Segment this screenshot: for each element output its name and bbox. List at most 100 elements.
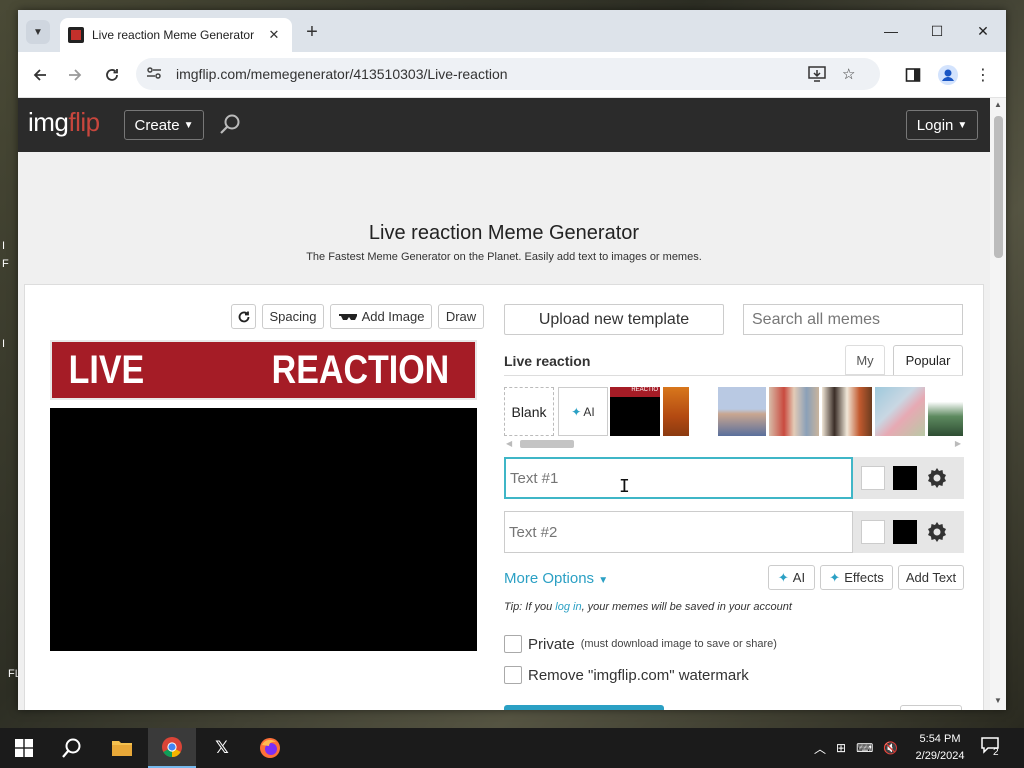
login-tip: Tip: If you log in, your memes will be s…	[504, 601, 792, 613]
x-app-button[interactable]: 𝕏	[198, 728, 246, 768]
site-settings-icon[interactable]	[146, 66, 168, 83]
browser-tab[interactable]: Live reaction Meme Generator ✕	[60, 18, 292, 52]
create-menu-button[interactable]: Create ▼	[124, 110, 204, 140]
scroll-left-icon[interactable]: ◀	[506, 439, 512, 448]
install-app-icon[interactable]	[808, 58, 826, 90]
ai-caption-button[interactable]: ✦ AI	[768, 565, 815, 590]
thumbnails-scrollbar[interactable]: ◀ ▶	[504, 439, 963, 449]
text-color-swatch[interactable]	[893, 466, 917, 490]
url-text: imgflip.com/memegenerator/413510303/Live…	[176, 66, 508, 82]
language-icon[interactable]: ⌨	[856, 741, 873, 755]
start-button[interactable]	[0, 728, 48, 768]
scroll-right-icon[interactable]: ▶	[955, 439, 961, 448]
gear-icon[interactable]	[925, 466, 949, 490]
back-arrow-icon	[33, 69, 46, 81]
generate-button[interactable]	[504, 705, 664, 710]
imgflip-logo[interactable]: imgflip	[28, 107, 100, 138]
template-thumb[interactable]	[718, 387, 766, 436]
more-options-toggle[interactable]: More Options ▼	[504, 570, 608, 587]
tab-popular[interactable]: Popular	[893, 345, 963, 375]
sparkle-icon: ✦	[571, 404, 582, 419]
reset-button[interactable]	[900, 705, 962, 710]
bookmark-star-icon[interactable]: ☆	[842, 58, 855, 90]
search-memes-input[interactable]: Search all memes	[743, 304, 963, 335]
private-option[interactable]: Private (must download image to save or …	[504, 635, 777, 653]
tab-search-button[interactable]: ▼	[26, 20, 50, 44]
template-thumb[interactable]	[769, 387, 819, 436]
meme-image-area	[50, 408, 477, 651]
search-icon[interactable]	[218, 112, 242, 136]
tip-login-link[interactable]: log in	[555, 601, 581, 613]
upload-template-button[interactable]: Upload new template	[504, 304, 724, 335]
desktop-label: F	[2, 258, 9, 270]
address-bar[interactable]: imgflip.com/memegenerator/413510303/Live…	[136, 58, 880, 90]
logo-part: img	[28, 107, 69, 137]
text-box-row-1	[504, 457, 964, 499]
watermark-checkbox[interactable]	[504, 666, 522, 684]
gear-icon[interactable]	[925, 520, 949, 544]
desktop-label: I	[2, 338, 6, 350]
network-icon[interactable]: ⊞	[836, 741, 846, 755]
side-panel-icon[interactable]	[900, 62, 926, 88]
minimize-button[interactable]: —	[868, 18, 914, 44]
blank-label: Blank	[511, 403, 547, 420]
template-thumb[interactable]	[875, 387, 925, 436]
scroll-up-icon[interactable]: ▲	[993, 100, 1003, 110]
close-window-button[interactable]: ✕	[960, 18, 1006, 44]
chrome-taskbar-button[interactable]	[148, 728, 196, 768]
scroll-down-icon[interactable]: ▼	[993, 696, 1003, 706]
firefox-taskbar-button[interactable]	[246, 728, 294, 768]
outline-color-swatch[interactable]	[861, 520, 885, 544]
clock[interactable]: 5:54 PM 2/29/2024	[912, 731, 968, 765]
text-color-swatch[interactable]	[893, 520, 917, 544]
back-button[interactable]	[27, 62, 53, 88]
meme-canvas[interactable]: LIVE REACTION	[50, 340, 477, 651]
notification-count: 2	[993, 747, 999, 758]
file-explorer-button[interactable]	[98, 728, 146, 768]
tab-my[interactable]: My	[845, 345, 885, 375]
tab-popular-label: Popular	[905, 353, 951, 368]
forward-button[interactable]	[62, 62, 88, 88]
taskbar-search-button[interactable]	[48, 728, 96, 768]
tabs-divider	[504, 375, 963, 376]
notification-center-button[interactable]: 2	[980, 736, 1006, 760]
desktop-label: I	[2, 240, 6, 252]
text-input-1[interactable]	[504, 457, 853, 499]
page-scrollbar[interactable]: ▲ ▼	[990, 98, 1006, 710]
profile-avatar-icon[interactable]	[935, 62, 961, 88]
template-thumb[interactable]	[663, 387, 689, 436]
caret-down-icon: ▼	[183, 119, 194, 131]
volume-muted-icon[interactable]: 🔇	[883, 741, 898, 755]
template-thumb[interactable]: REACTIO	[610, 387, 660, 436]
text-input-2[interactable]	[504, 511, 853, 553]
sunglasses-icon	[338, 313, 357, 320]
private-checkbox[interactable]	[504, 635, 522, 653]
add-text-button[interactable]: Add Text	[898, 565, 964, 590]
template-thumb[interactable]	[822, 387, 872, 436]
effects-button[interactable]: ✦ Effects	[820, 565, 893, 590]
tab-close-icon[interactable]: ✕	[264, 27, 284, 43]
page-viewport: imgflip Create ▼ Login ▼ Live reaction M…	[18, 98, 990, 710]
windows-logo-icon	[15, 739, 33, 757]
site-header: imgflip Create ▼ Login ▼	[18, 98, 990, 152]
new-tab-button[interactable]: +	[300, 20, 324, 44]
watermark-option[interactable]: Remove "imgflip.com" watermark	[504, 666, 749, 684]
tray-expand-icon[interactable]: ︿	[814, 740, 826, 757]
reload-button[interactable]	[99, 62, 125, 88]
add-image-button[interactable]: Add Image	[330, 304, 432, 329]
ai-template-thumb[interactable]: ✦ AI	[558, 387, 608, 436]
meme-banner: LIVE REACTION	[50, 340, 477, 400]
thumbnails-scroll-thumb[interactable]	[520, 440, 574, 448]
template-thumb[interactable]	[928, 387, 963, 436]
page-scroll-thumb[interactable]	[994, 116, 1003, 258]
rotate-button[interactable]	[231, 304, 256, 329]
blank-template-thumb[interactable]: Blank	[504, 387, 554, 436]
browser-menu-icon[interactable]: ⋮	[970, 62, 996, 88]
draw-button[interactable]: Draw	[438, 304, 484, 329]
meme-text-reaction: REACTION	[271, 347, 450, 392]
outline-color-swatch[interactable]	[861, 466, 885, 490]
maximize-button[interactable]: ☐	[914, 18, 960, 44]
spacing-button[interactable]: Spacing	[262, 304, 324, 329]
effects-label: Effects	[844, 570, 884, 585]
login-menu-button[interactable]: Login ▼	[906, 110, 978, 140]
